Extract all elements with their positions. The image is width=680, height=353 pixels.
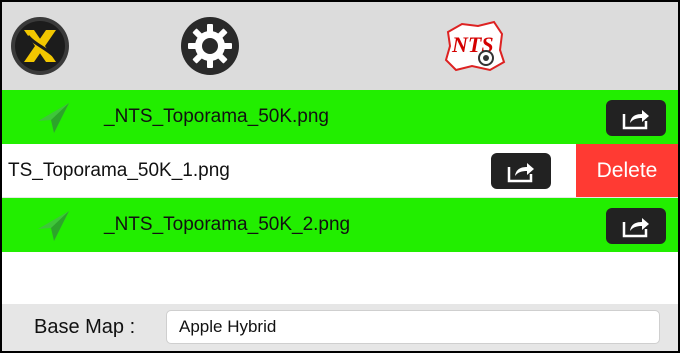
share-button[interactable] — [491, 153, 551, 189]
delete-button[interactable]: Delete — [576, 144, 678, 197]
location-arrow-icon — [38, 103, 69, 133]
file-name: _NTS_Toporama_50K_2.png — [104, 214, 351, 235]
app-frame: NTS _NTS_Toporama_50K.png TS_Toporama_50… — [0, 0, 680, 353]
file-row[interactable]: _NTS_Toporama_50K.png — [2, 90, 678, 144]
settings-button[interactable] — [180, 16, 240, 81]
nts-icon: NTS — [444, 20, 506, 72]
base-map-field[interactable]: Apple Hybrid — [166, 310, 660, 344]
share-icon — [622, 218, 649, 238]
file-name: _NTS_Toporama_50K.png — [104, 106, 329, 127]
file-row[interactable]: _NTS_Toporama_50K_2.png — [2, 198, 678, 252]
share-icon — [622, 110, 649, 130]
gear-icon — [181, 17, 239, 75]
nts-button[interactable]: NTS — [442, 20, 506, 77]
file-name: TS_Toporama_50K_1.png — [8, 160, 230, 181]
share-button[interactable] — [606, 208, 666, 244]
x-logo-icon — [11, 17, 69, 75]
x-logo-button[interactable] — [10, 16, 70, 81]
share-button[interactable] — [606, 100, 666, 136]
toolbar: NTS — [2, 2, 678, 90]
share-icon — [507, 163, 534, 183]
location-arrow-icon — [38, 211, 69, 241]
base-map-bar: Base Map : Apple Hybrid — [2, 304, 678, 351]
base-map-label: Base Map : — [34, 316, 136, 338]
file-row-swiped[interactable]: TS_Toporama_50K_1.png Delete — [2, 144, 678, 198]
